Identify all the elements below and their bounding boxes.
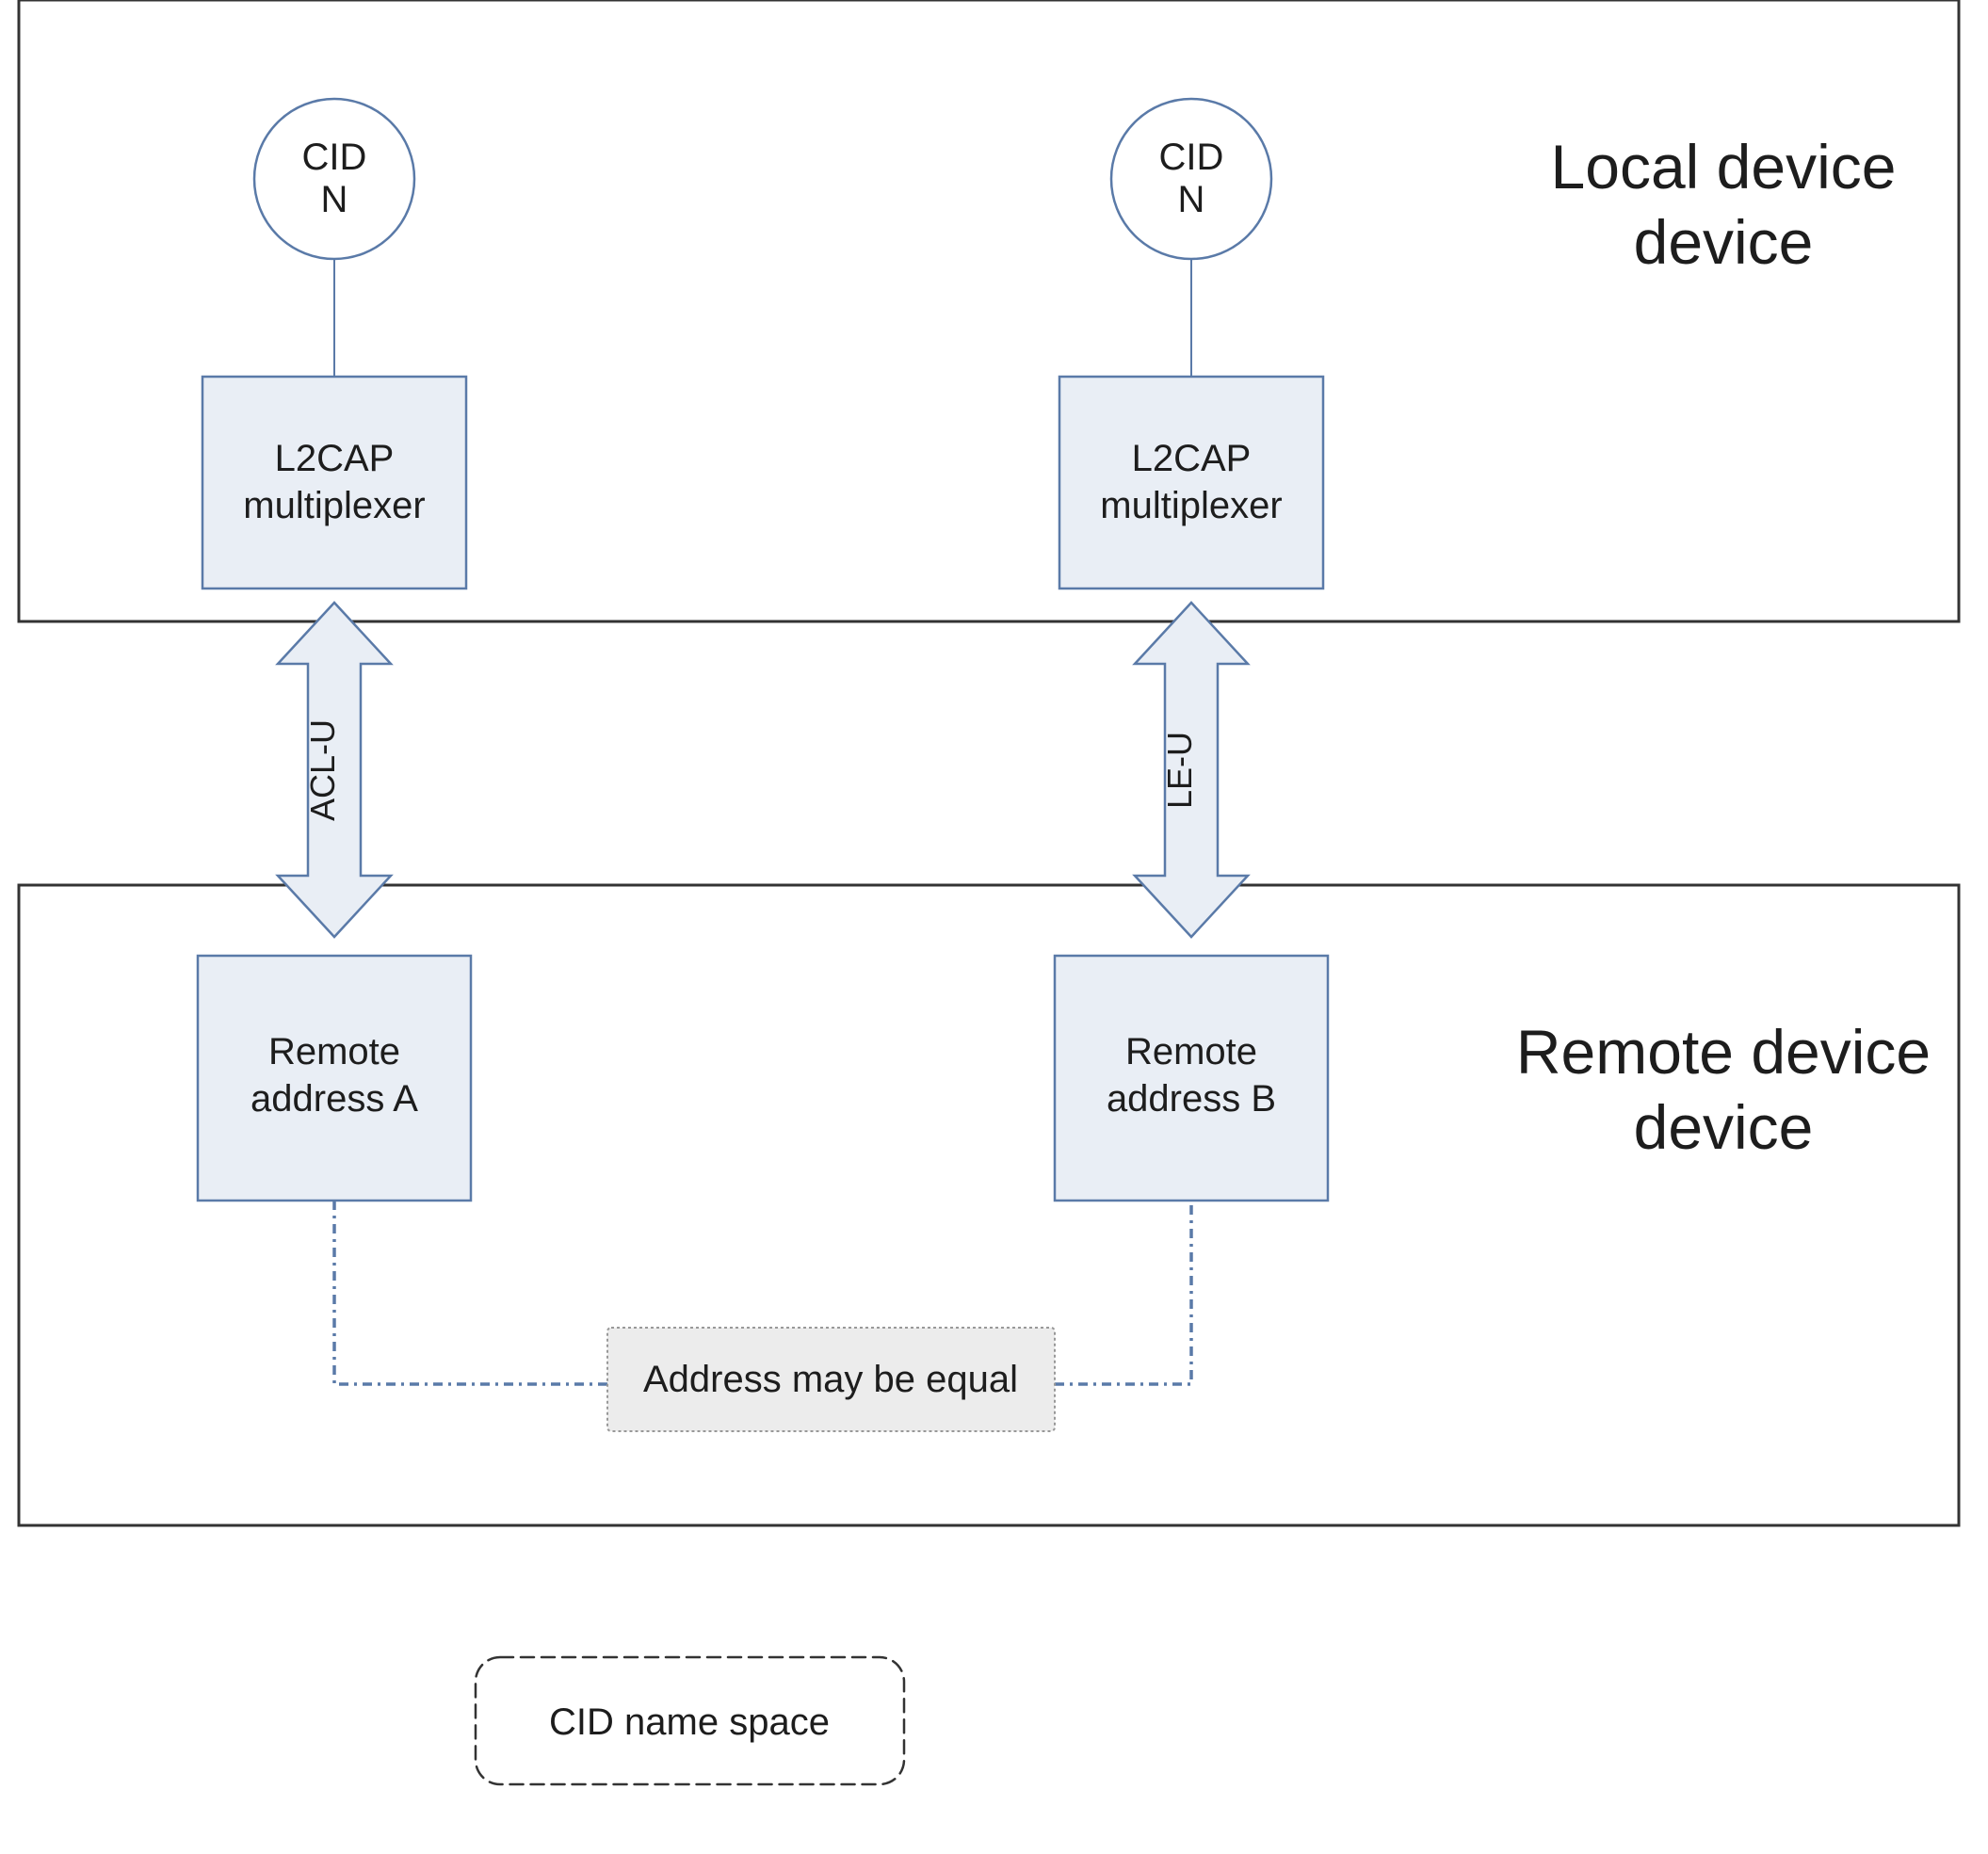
mux-left-line1: L2CAP [275, 438, 395, 479]
legend-cid-name-space-text: CID name space [549, 1701, 830, 1743]
mux-right-line1: L2CAP [1132, 438, 1252, 479]
l2cap-mux-right [1059, 377, 1323, 588]
mux-right-line2: multiplexer [1100, 485, 1282, 526]
remote-device-label: Remote device [1516, 1017, 1931, 1087]
arrow-label-left: ACL-U [303, 719, 342, 821]
mux-left-line2: multiplexer [243, 485, 425, 526]
cid-right-line1: CID [1159, 137, 1224, 178]
diagram-canvas: Local device device Remote device device… [0, 0, 1988, 1854]
remote-device-label-2: device [1634, 1092, 1814, 1162]
cid-right-line2: N [1178, 179, 1205, 220]
arrow-label-right: LE-U [1160, 732, 1199, 809]
l2cap-mux-left [202, 377, 466, 588]
local-device-label-2: device [1634, 207, 1814, 277]
addr-right-line1: Remote [1125, 1031, 1257, 1072]
addr-left-line1: Remote [268, 1031, 400, 1072]
cid-left-line1: CID [302, 137, 367, 178]
cid-left-line2: N [321, 179, 348, 220]
addr-right-line2: address B [1107, 1078, 1276, 1120]
addr-left-line2: address A [251, 1078, 418, 1120]
local-device-label: Local device [1551, 132, 1897, 202]
address-equality-text: Address may be equal [643, 1359, 1018, 1400]
